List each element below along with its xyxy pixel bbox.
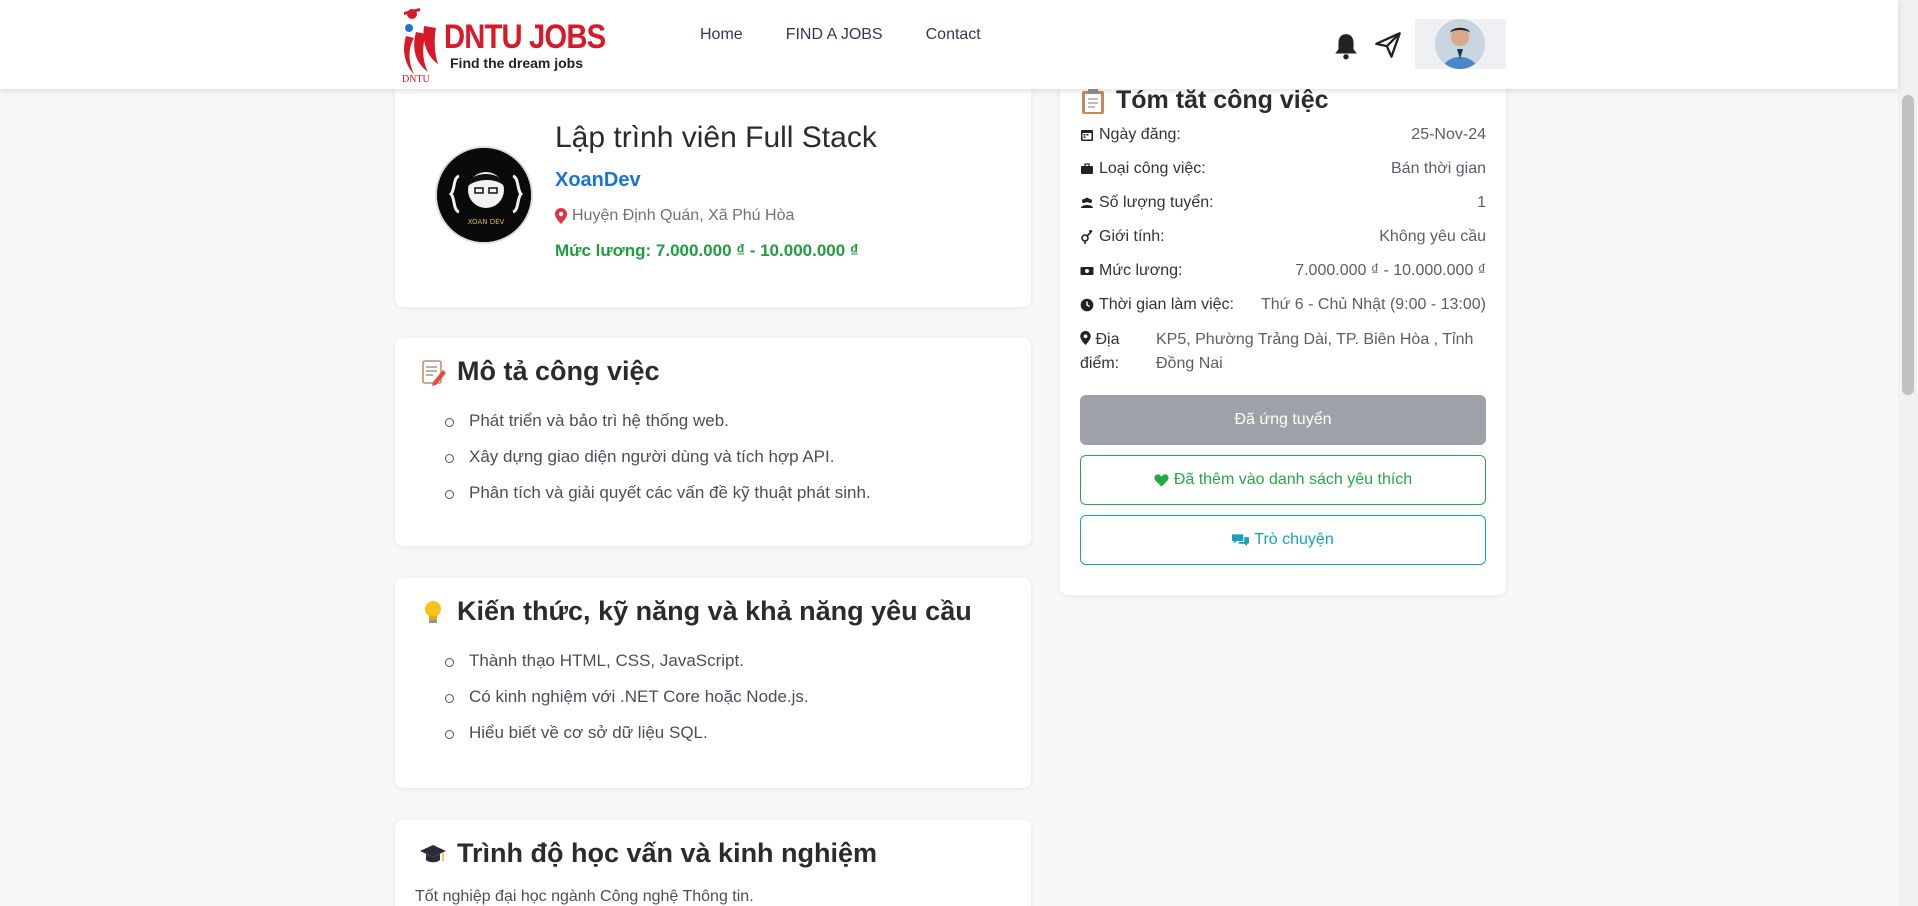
summary-label: Mức lương: — [1099, 262, 1183, 279]
job-location-text: Huyện Định Quán, Xã Phú Hòa — [572, 207, 795, 224]
summary-row-posted: Ngày đăng: 25-Nov-24 — [1080, 126, 1486, 144]
nav-contact[interactable]: Contact — [926, 26, 981, 44]
education-card: Trình độ học vấn và kinh nghiệm Tốt nghi… — [395, 820, 1031, 906]
summary-label: Ngày đăng: — [1099, 126, 1181, 143]
summary-value: 25-Nov-24 — [1411, 126, 1486, 143]
summary-value: 1 — [1477, 194, 1486, 211]
nav-links: Home FIND A JOBS Contact — [700, 26, 1024, 44]
skills-list: Thành thạo HTML, CSS, JavaScript. Có kin… — [445, 648, 809, 756]
summary-address-value: KP5, Phường Trảng Dài, TP. Biên Hòa , Tỉ… — [1156, 331, 1474, 372]
chat-button-label: Trò chuyện — [1254, 531, 1334, 548]
favorite-button-label: Đã thêm vào danh sách yêu thích — [1173, 471, 1413, 488]
user-menu[interactable] — [1415, 19, 1506, 69]
list-item: Phát triển và bảo trì hệ thống web. — [445, 408, 871, 444]
summary-title: Tóm tắt công việc — [1080, 86, 1329, 115]
scrollbar-thumb[interactable] — [1902, 95, 1914, 395]
job-title: Lập trình viên Full Stack — [555, 121, 877, 154]
nav-find-jobs[interactable]: FIND A JOBS — [786, 26, 883, 44]
list-item: Xây dựng giao diện người dùng và tích hợ… — [445, 444, 871, 480]
job-location: Huyện Định Quán, Xã Phú Hòa — [555, 207, 794, 225]
list-item: Phân tích và giải quyết các vấn đề kỹ th… — [445, 480, 871, 516]
favorite-button[interactable]: Đã thêm vào danh sách yêu thích — [1080, 455, 1486, 505]
map-pin-icon — [555, 208, 567, 224]
company-logo[interactable]: XOAN DEV — [435, 146, 533, 244]
job-header-card: XOAN DEV Lập trình viên Full Stack XoanD… — [395, 89, 1031, 307]
comments-icon — [1232, 534, 1250, 547]
summary-label: Thời gian làm việc: — [1099, 296, 1234, 313]
logo-badge: DNTU — [402, 74, 430, 85]
education-text: Tốt nghiệp đại học ngành Công nghệ Thông… — [415, 888, 754, 905]
description-title-text: Mô tả công việc — [457, 356, 660, 386]
summary-value: Không yêu cầu — [1379, 228, 1486, 245]
avatar — [1435, 19, 1485, 69]
summary-address-label-wrap: Địa điểm: — [1080, 328, 1152, 376]
clock-icon — [1080, 298, 1094, 312]
bell-icon[interactable] — [1333, 32, 1359, 60]
list-item: Có kinh nghiệm với .NET Core hoặc Node.j… — [445, 684, 809, 720]
skills-title: Kiến thức, kỹ năng và khả năng yêu cầu — [419, 596, 972, 627]
summary-label: Loại công việc: — [1099, 160, 1206, 177]
description-card: Mô tả công việc Phát triển và bảo trì hệ… — [395, 338, 1031, 546]
summary-value: Bán thời gian — [1391, 160, 1486, 177]
summary-label: Số lượng tuyển: — [1099, 194, 1214, 211]
skills-title-text: Kiến thức, kỹ năng và khả năng yêu cầu — [457, 596, 972, 626]
heart-icon — [1154, 474, 1169, 487]
logo-subtitle: Find the dream jobs — [450, 55, 584, 71]
money-icon — [1080, 267, 1094, 275]
nav-home[interactable]: Home — [700, 26, 743, 44]
calendar-icon — [1081, 130, 1093, 141]
summary-row-salary: Mức lương: 7.000.000 ₫ - 10.000.000 ₫ — [1080, 262, 1486, 280]
navbar: DNTU JOBS Find the dream jobs DNTU Home … — [0, 0, 1898, 89]
svg-text:XOAN DEV: XOAN DEV — [468, 218, 505, 226]
send-icon[interactable] — [1374, 31, 1402, 59]
logo-title: DNTU JOBS — [444, 18, 606, 56]
memo-icon — [422, 359, 446, 386]
clipboard-icon — [1082, 87, 1104, 114]
chat-button[interactable]: Trò chuyện — [1080, 515, 1486, 565]
summary-title-text: Tóm tắt công việc — [1116, 86, 1329, 114]
summary-row-quantity: Số lượng tuyển: 1 — [1080, 194, 1486, 212]
briefcase-icon — [1081, 163, 1093, 174]
map-marker-icon — [1080, 331, 1091, 345]
description-title: Mô tả công việc — [419, 356, 660, 387]
users-icon — [1081, 197, 1093, 208]
logo[interactable]: DNTU JOBS Find the dream jobs DNTU — [400, 4, 606, 86]
summary-row-working-time: Thời gian làm việc: Thứ 6 - Chủ Nhật (9:… — [1080, 296, 1486, 314]
skills-card: Kiến thức, kỹ năng và khả năng yêu cầu T… — [395, 578, 1031, 788]
applied-button[interactable]: Đã ứng tuyển — [1080, 395, 1486, 445]
graduation-cap-icon — [420, 844, 446, 862]
summary-value: Thứ 6 - Chủ Nhật (9:00 - 13:00) — [1260, 296, 1486, 313]
summary-row-gender: Giới tính: Không yêu cầu — [1080, 228, 1486, 246]
job-summary-card: Tóm tắt công việc Ngày đăng: 25-Nov-24 L… — [1060, 60, 1506, 595]
light-bulb-icon — [425, 600, 441, 623]
applied-button-label: Đã ứng tuyển — [1234, 411, 1332, 428]
summary-row-job-type: Loại công việc: Bán thời gian — [1080, 160, 1486, 178]
education-title: Trình độ học vấn và kinh nghiệm — [419, 838, 877, 869]
scrollbar[interactable] — [1898, 0, 1918, 906]
gender-icon — [1081, 230, 1093, 244]
list-item: Thành thạo HTML, CSS, JavaScript. — [445, 648, 809, 684]
summary-label: Giới tính: — [1099, 228, 1165, 245]
list-item: Hiểu biết về cơ sở dữ liệu SQL. — [445, 720, 809, 756]
company-name-link[interactable]: XoanDev — [555, 169, 641, 192]
description-list: Phát triển và bảo trì hệ thống web. Xây … — [445, 408, 871, 516]
job-salary: Mức lương: 7.000.000 ₫ - 10.000.000 ₫ — [555, 241, 859, 260]
education-title-text: Trình độ học vấn và kinh nghiệm — [457, 838, 878, 868]
summary-value: 7.000.000 ₫ - 10.000.000 ₫ — [1295, 262, 1486, 279]
